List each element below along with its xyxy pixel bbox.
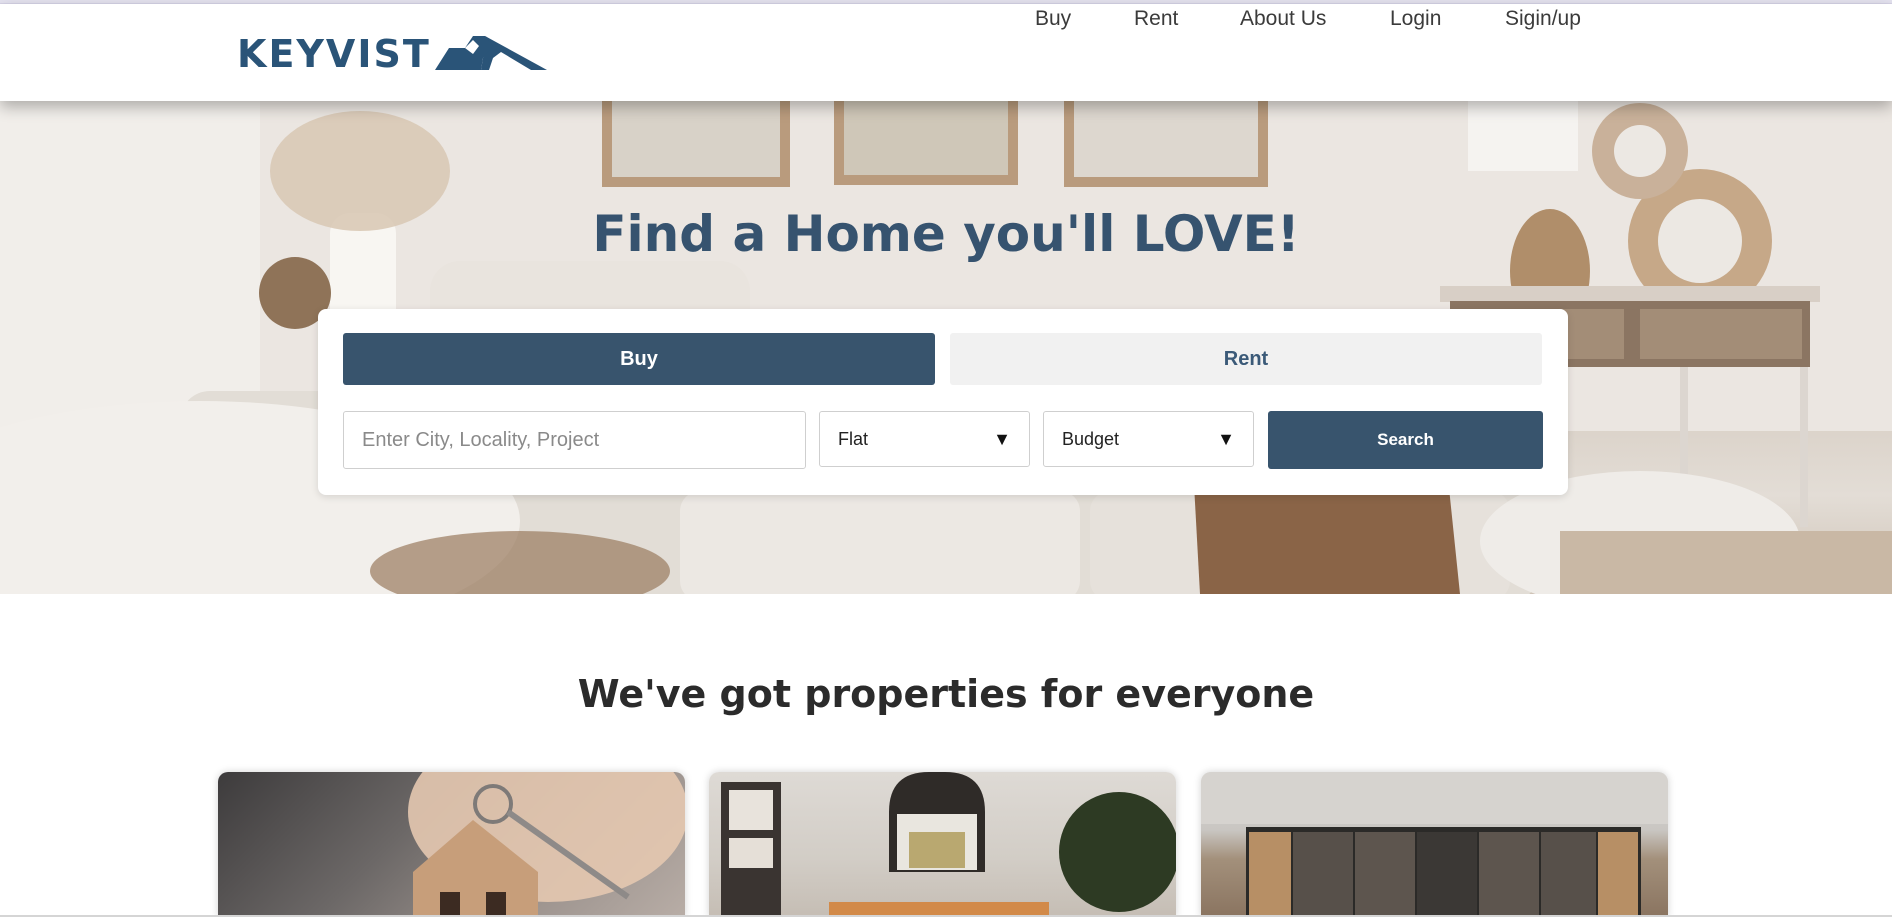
hero-title: Find a Home you'll LOVE! bbox=[592, 205, 1300, 263]
nav-rent[interactable]: Rent bbox=[1134, 4, 1178, 34]
tab-rent[interactable]: Rent bbox=[950, 333, 1542, 385]
tab-buy[interactable]: Buy bbox=[343, 333, 935, 385]
site-header: KEYVIST Buy Rent About Us Login Sigin/up bbox=[0, 4, 1892, 101]
nav-signup[interactable]: Sigin/up bbox=[1505, 4, 1581, 34]
living-room-image bbox=[721, 772, 1176, 917]
nav-about-us[interactable]: About Us bbox=[1240, 4, 1326, 34]
property-type-select[interactable]: Flat ▼ bbox=[819, 411, 1030, 467]
property-type-value: Flat bbox=[838, 428, 869, 449]
property-card-interior[interactable] bbox=[709, 772, 1176, 917]
property-card-kitchen[interactable] bbox=[1201, 772, 1668, 917]
property-card-keys[interactable] bbox=[218, 772, 685, 917]
nav-buy[interactable]: Buy bbox=[1035, 4, 1071, 34]
chevron-down-icon: ▼ bbox=[993, 428, 1011, 449]
kitchen-image bbox=[1201, 772, 1668, 917]
house-keychain-image bbox=[408, 772, 685, 917]
location-search-input[interactable]: Enter City, Locality, Project bbox=[343, 411, 806, 469]
house-roof-icon bbox=[434, 36, 547, 70]
hero-banner: Find a Home you'll LOVE! Buy Rent Enter … bbox=[0, 101, 1892, 594]
search-button[interactable]: Search bbox=[1268, 411, 1543, 469]
nav-login[interactable]: Login bbox=[1390, 4, 1441, 34]
budget-select[interactable]: Budget ▼ bbox=[1043, 411, 1254, 467]
budget-value: Budget bbox=[1062, 428, 1120, 449]
logo-text: KEYVIST bbox=[237, 32, 431, 76]
site-logo[interactable]: KEYVIST bbox=[237, 32, 547, 76]
properties-section-title: We've got properties for everyone bbox=[577, 672, 1315, 716]
search-panel: Buy Rent Enter City, Locality, Project F… bbox=[318, 309, 1568, 495]
chevron-down-icon: ▼ bbox=[1217, 428, 1235, 449]
location-search-placeholder: Enter City, Locality, Project bbox=[362, 428, 600, 451]
